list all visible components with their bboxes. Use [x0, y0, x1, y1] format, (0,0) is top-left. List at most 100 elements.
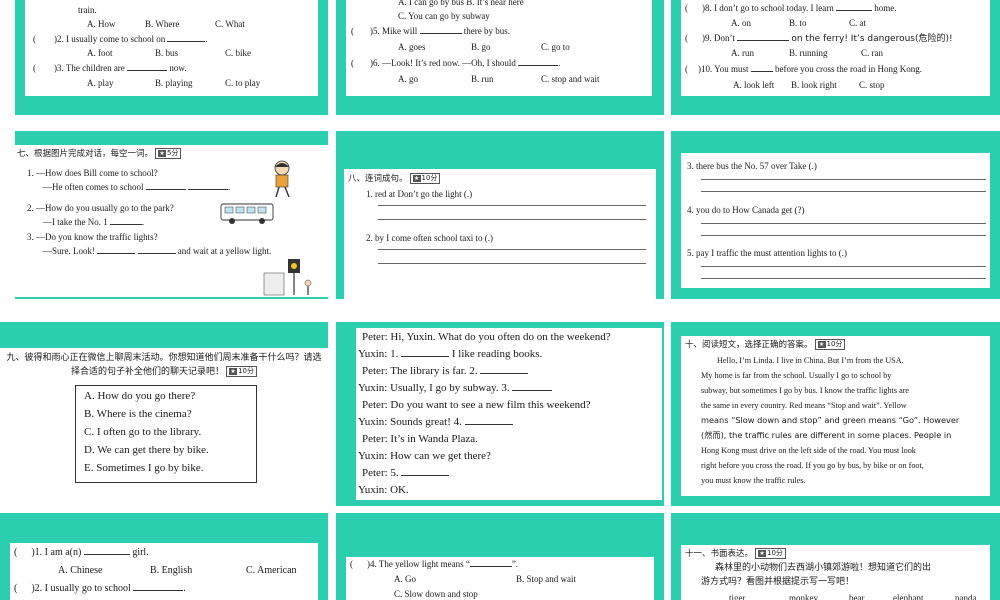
answer-line[interactable] — [701, 235, 986, 236]
answer-blank[interactable] — [187, 189, 228, 190]
answer-blank[interactable] — [97, 253, 136, 254]
slide-5[interactable]: 八、连词成句。 ★ 10分 1. red at Don’t go the light… — [336, 131, 664, 299]
question-text: 5. pay I traffic the must attention ligh… — [687, 248, 848, 258]
reading-line: right before you cross the road. If you … — [701, 461, 924, 470]
reading-line: Hong Kong must drive on the left side of… — [701, 446, 916, 455]
answer-blank[interactable] — [127, 70, 168, 71]
animal-label: panda — [955, 593, 977, 600]
boy-walking-illustration — [274, 160, 290, 198]
animal-label: elephant — [893, 593, 924, 600]
option: C. at — [849, 18, 866, 28]
slide-1[interactable]: train. A. How B. Where C. What ()2. I us… — [15, 0, 328, 115]
reading-line: you must know the traffic rules. — [701, 476, 806, 485]
slide-11[interactable]: ()4. The yellow light means “”. A. Go B.… — [336, 513, 664, 600]
options-box: A. How do you go there? B. Where is the … — [75, 385, 257, 483]
option: A. Chinese — [58, 565, 103, 576]
question-text: 2. —How do you usually go to the park? — [27, 203, 174, 213]
animal-label: tiger — [729, 593, 746, 600]
question-text: ()2. I usually come to school on . — [33, 34, 208, 44]
question-text: ()9. Don’t on the ferry! It’s dangerous(… — [685, 33, 953, 44]
answer-blank[interactable] — [401, 356, 450, 357]
score-badge: ★ 10分 — [226, 366, 257, 377]
slide-4-card: 七、根据图片完成对话，每空一词。 ★ 5分 1. —How does Bill co… — [15, 145, 328, 297]
option: A. How do you go there? — [84, 390, 196, 402]
option: A. play — [87, 78, 114, 88]
answer-blank[interactable] — [83, 554, 130, 555]
slide-8-card: Peter: Hi, Yuxin. What do you often do o… — [356, 328, 662, 500]
answer-line[interactable] — [701, 278, 986, 279]
bus-illustration — [220, 203, 274, 224]
question-text: ()4. The yellow light means “”. — [350, 559, 519, 569]
question-text: 1. red at Don’t go the light (.) — [366, 189, 473, 199]
slide-1-card: train. A. How B. Where C. What ()2. I us… — [25, 0, 318, 96]
option: B. running — [789, 48, 828, 58]
star-icon: ★ — [158, 150, 167, 157]
answer-blank[interactable] — [835, 10, 872, 11]
option: B. go — [471, 42, 491, 52]
question-text: 4. you do to How Canada get (?) — [687, 205, 805, 215]
option: C. go to — [541, 42, 570, 52]
slide-9[interactable]: 十、阅读短文，选择正确的答案。 ★ 10分 Hello, I’m Linda. I … — [671, 322, 1000, 506]
slide-3[interactable]: ()8. I don’t go to school today. I learn… — [671, 0, 1000, 115]
option: A. How — [87, 19, 116, 29]
slide-11-card: ()4. The yellow light means “”. A. Go B.… — [346, 557, 654, 600]
slide-5-card: 八、连词成句。 ★ 10分 1. red at Don’t go the light… — [344, 169, 656, 299]
slide-6[interactable]: 3. there bus the No. 57 over Take (.) 4.… — [671, 131, 1000, 299]
question-text: ()1. I am a(n) girl. — [14, 547, 149, 558]
option: B. run — [471, 74, 494, 84]
answer-line[interactable] — [378, 263, 646, 264]
answer-line[interactable] — [378, 249, 646, 250]
option: A. goes — [398, 42, 426, 52]
question-text: —I take the No. 1 . — [43, 217, 145, 227]
slide-7[interactable]: 九、彼得和雨心正在微信上聊周末活动。你想知道他们周末准备干什么吗？请选择合适的句… — [0, 322, 328, 506]
answer-blank[interactable] — [109, 224, 142, 225]
slide-10[interactable]: ()1. I am a(n) girl. A. Chinese B. Engli… — [0, 513, 328, 600]
option: C. I often go to the library. — [84, 426, 202, 438]
answer-line[interactable] — [378, 205, 646, 206]
slide-9-card: 十、阅读短文，选择正确的答案。 ★ 10分 Hello, I’m Linda. I … — [681, 336, 990, 496]
slide-8[interactable]: Peter: Hi, Yuxin. What do you often do o… — [336, 322, 664, 506]
answer-line[interactable] — [378, 219, 646, 220]
question-text: ()6. —Look! It’s red now. —Oh, I should … — [351, 58, 561, 68]
answer-blank[interactable] — [518, 65, 559, 66]
answer-blank[interactable] — [145, 189, 186, 190]
answer-blank[interactable] — [401, 475, 450, 476]
chat-line: Peter: The library is far. 2. — [362, 365, 529, 379]
animal-label: bear — [849, 593, 865, 600]
answer-line[interactable] — [701, 191, 986, 192]
slide-2[interactable]: A. I can go by bus B. It’s near here C. … — [336, 0, 664, 115]
star-icon: ★ — [758, 550, 767, 557]
chat-line: Yuxin: OK. — [358, 484, 409, 496]
question-text: 3. —Do you know the traffic lights? — [27, 232, 158, 242]
option: A. run — [731, 48, 754, 58]
option: A. Go — [394, 574, 416, 584]
answer-line[interactable] — [701, 179, 986, 180]
option: C. ran — [861, 48, 883, 58]
star-icon: ★ — [412, 175, 421, 182]
answer-blank[interactable] — [737, 40, 790, 41]
answer-blank[interactable] — [133, 590, 184, 591]
slide-4[interactable]: 七、根据图片完成对话，每空一词。 ★ 5分 1. —How does Bill co… — [15, 131, 328, 299]
answer-blank[interactable] — [167, 41, 206, 42]
answer-blank[interactable] — [512, 390, 553, 391]
option: B. bus — [155, 48, 179, 58]
answer-blank[interactable] — [469, 566, 512, 567]
instruction-text: 游方式吗？看图并根据提示写一写吧！ — [701, 577, 855, 587]
chat-line: Peter: It’s in Wanda Plaza. — [362, 433, 478, 445]
section-title: 十、阅读短文，选择正确的答案。 ★ 10分 — [685, 339, 846, 351]
answer-line[interactable] — [701, 223, 986, 224]
answer-line[interactable] — [701, 266, 986, 267]
chat-line: Yuxin: Usually, I go by subway. 3. — [358, 382, 553, 396]
answer-blank[interactable] — [464, 424, 513, 425]
answer-blank[interactable] — [419, 33, 462, 34]
option: A. look left — [733, 80, 775, 90]
answer-blank[interactable] — [137, 253, 176, 254]
answer-blank[interactable] — [750, 71, 773, 72]
option: C. stop and wait — [541, 74, 600, 84]
answer-blank[interactable] — [480, 373, 529, 374]
slide-12[interactable]: 十一、书面表达。 ★ 10分 森林里的小动物们去西湖小镇郊游啦！想知道它们的出 游方… — [671, 513, 1000, 600]
option: B. English — [150, 565, 193, 576]
score-badge: ★ 5分 — [155, 148, 182, 159]
option: C. What — [215, 19, 245, 29]
option: B. Stop and wait — [516, 574, 576, 584]
